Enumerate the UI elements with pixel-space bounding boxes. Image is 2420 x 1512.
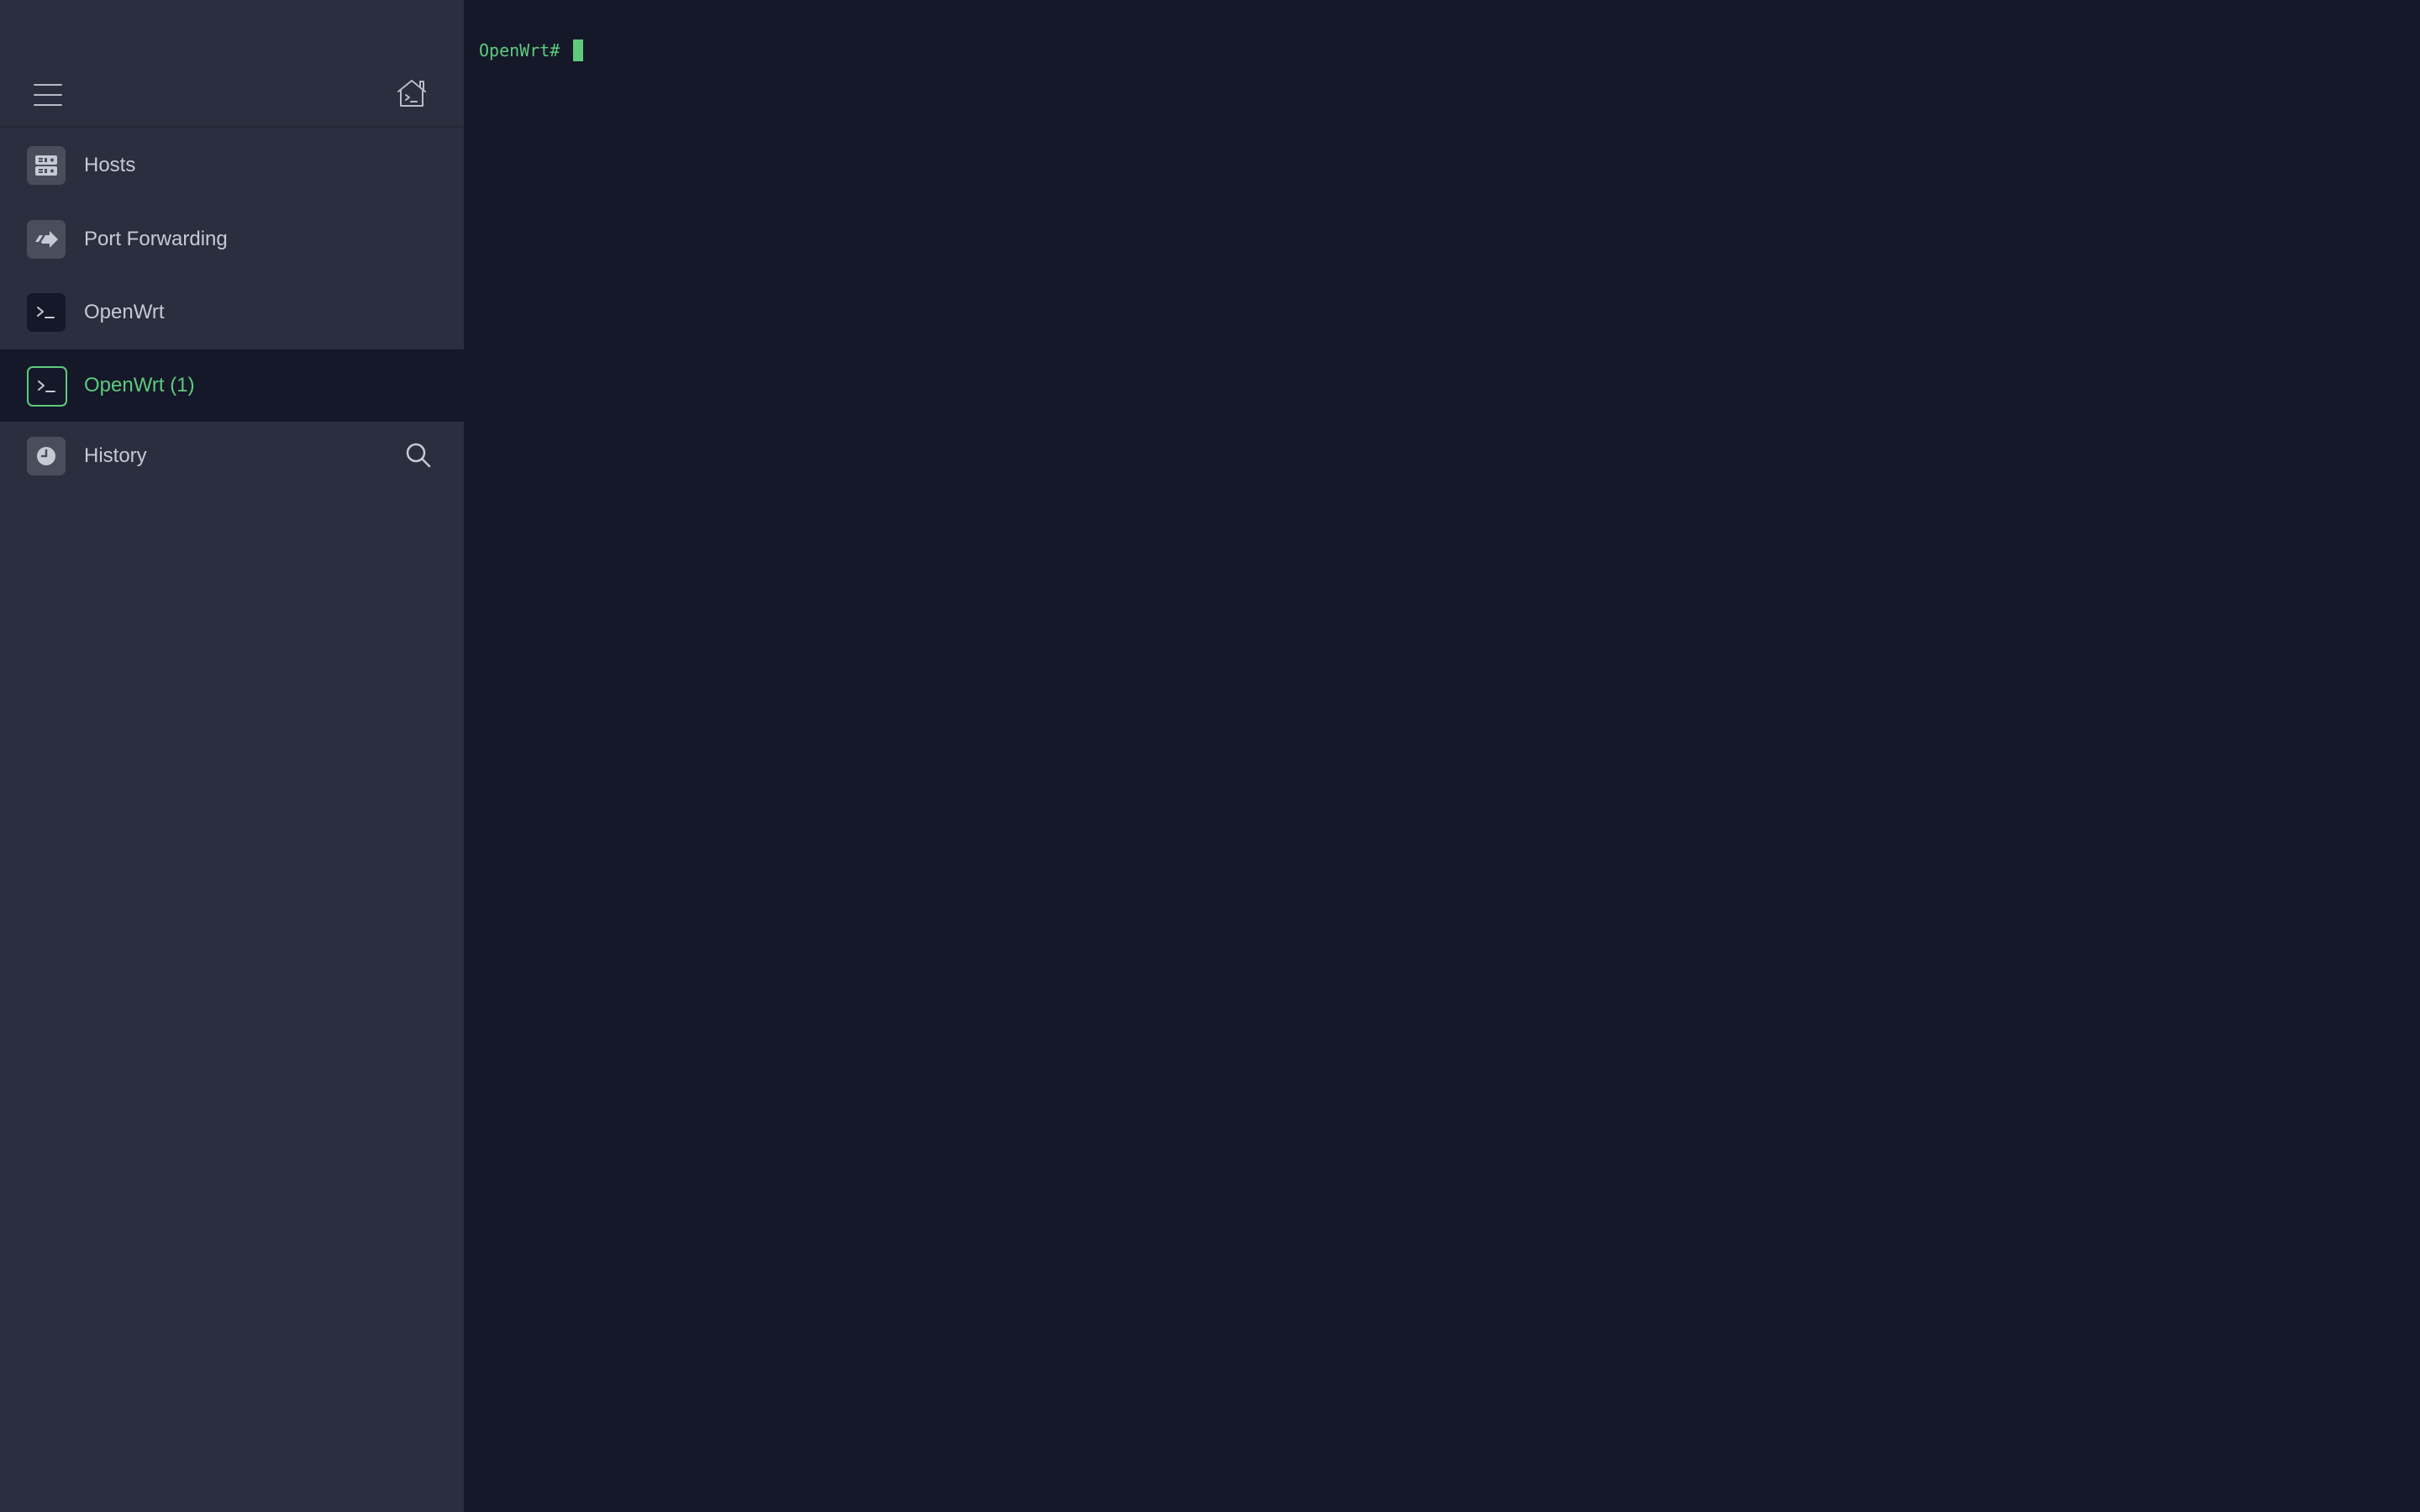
- hosts-icon: [27, 146, 66, 185]
- search-icon[interactable]: [403, 440, 434, 470]
- sidebar: Hosts Port Forwarding OpenWrt OpenWrt (1…: [0, 0, 464, 1512]
- sidebar-item-openwrt[interactable]: OpenWrt: [0, 276, 464, 349]
- history-icon: [27, 437, 66, 475]
- port-forwarding-icon: [27, 220, 66, 259]
- terminal-icon: [27, 366, 67, 407]
- sidebar-item-label: Hosts: [84, 154, 136, 176]
- home-terminal-icon[interactable]: [395, 77, 429, 109]
- sidebar-item-label: OpenWrt (1): [84, 374, 195, 396]
- terminal-pane[interactable]: OpenWrt#: [464, 0, 2420, 1512]
- terminal-prompt: OpenWrt#: [479, 40, 560, 60]
- sidebar-item-label: OpenWrt: [84, 301, 165, 323]
- sidebar-item-openwrt-1[interactable]: OpenWrt (1): [0, 349, 464, 422]
- sidebar-item-label: Port Forwarding: [84, 228, 228, 250]
- sidebar-item-port-forwarding[interactable]: Port Forwarding: [0, 203, 464, 276]
- terminal-icon: [27, 293, 66, 332]
- menu-icon[interactable]: [34, 84, 62, 106]
- app-window: Hosts Port Forwarding OpenWrt OpenWrt (1…: [0, 0, 2420, 1512]
- sidebar-item-history[interactable]: History: [0, 420, 464, 492]
- sidebar-item-label: History: [84, 444, 147, 467]
- sidebar-item-hosts[interactable]: Hosts: [0, 129, 464, 202]
- sidebar-toolbar: [0, 0, 464, 128]
- terminal-prompt-line: OpenWrt#: [479, 39, 584, 62]
- terminal-cursor: [573, 39, 584, 61]
